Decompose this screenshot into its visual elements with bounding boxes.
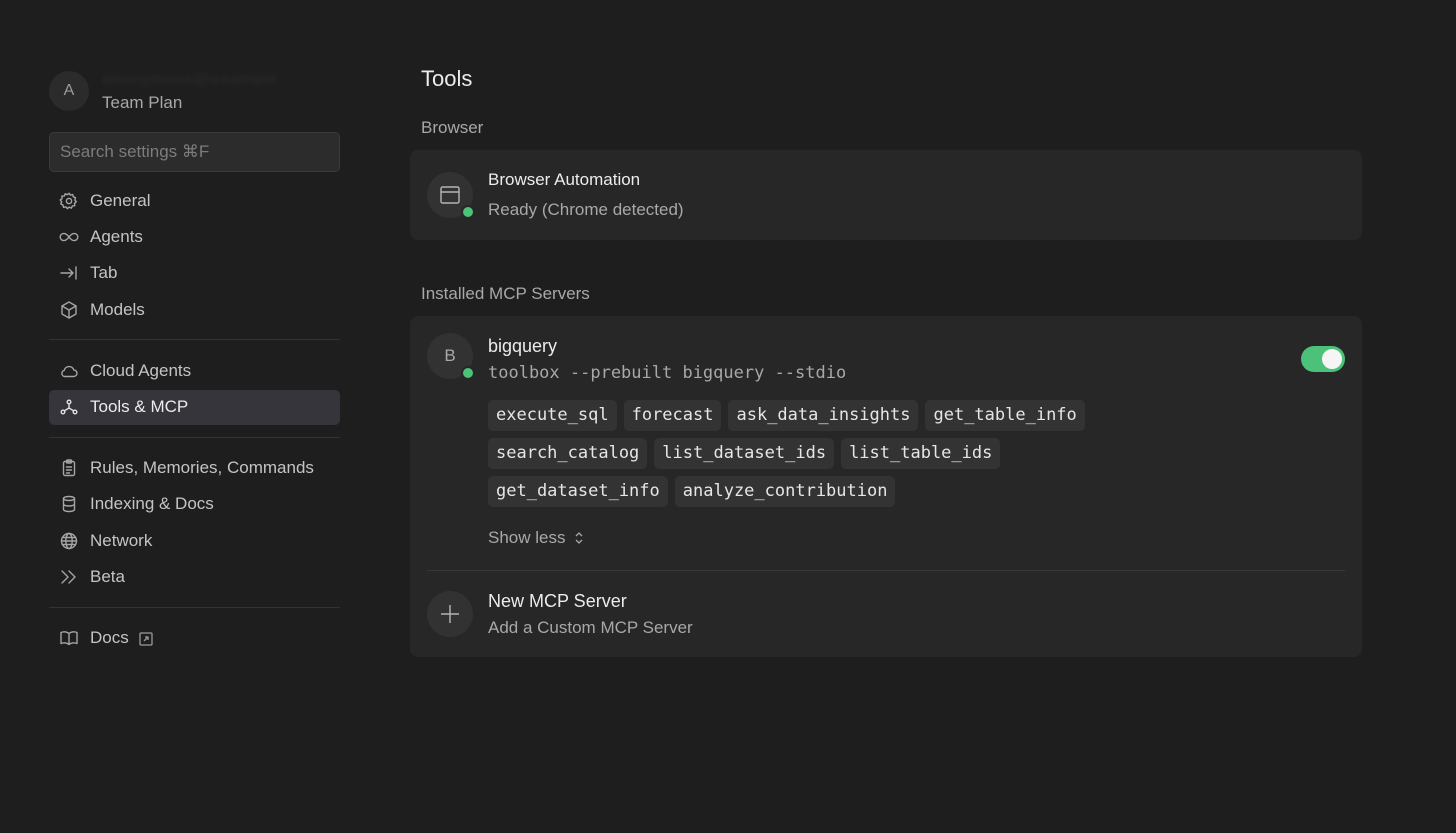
sidebar-item-general[interactable]: General — [49, 183, 340, 218]
clipboard-icon — [59, 458, 79, 478]
sidebar-item-models[interactable]: Models — [49, 292, 340, 327]
main-content: Tools Browser Browser Automation Ready (… — [410, 66, 1362, 657]
add-icon-wrap — [427, 591, 473, 637]
browser-window-icon — [440, 186, 460, 204]
browser-automation-status: Ready (Chrome detected) — [488, 200, 684, 219]
sidebar-item-tools-mcp[interactable]: Tools & MCP — [49, 389, 340, 425]
tool-chip[interactable]: forecast — [623, 400, 722, 431]
sidebar-item-beta[interactable]: Beta — [49, 560, 340, 595]
sidebar-item-label: Tools & MCP — [90, 397, 189, 417]
book-icon — [59, 628, 79, 648]
nodes-icon — [59, 397, 79, 417]
tool-chip[interactable]: get_table_info — [925, 400, 1085, 431]
nav-group-more: Rules, Memories, Commands Indexing & Doc… — [49, 451, 340, 595]
sidebar-divider — [49, 606, 340, 608]
nav-group-main: General Agents Tab Models — [49, 183, 340, 327]
nav-group-cloud: Cloud Agents Tools & MCP — [49, 353, 340, 425]
sidebar-item-network[interactable]: Network — [49, 523, 340, 558]
infinity-icon — [59, 227, 79, 247]
arrow-right-bar-icon — [59, 263, 79, 283]
browser-automation-card[interactable]: Browser Automation Ready (Chrome detecte… — [410, 150, 1362, 240]
tool-chip[interactable]: list_dataset_ids — [654, 438, 835, 469]
search-settings-input[interactable] — [49, 132, 340, 172]
show-less-label: Show less — [488, 528, 566, 547]
tool-chip[interactable]: ask_data_insights — [728, 400, 919, 431]
gear-icon — [59, 191, 79, 211]
sidebar-item-docs[interactable]: Docs — [49, 621, 340, 656]
browser-icon-wrap — [427, 172, 475, 219]
sidebar-item-label: Models — [90, 299, 145, 319]
sidebar-item-tab[interactable]: Tab — [49, 256, 340, 291]
globe-icon — [59, 531, 79, 551]
chevron-up-down-icon — [576, 532, 583, 544]
tool-chip[interactable]: search_catalog — [488, 438, 648, 469]
browser-automation-title: Browser Automation — [488, 170, 641, 189]
database-icon — [59, 494, 79, 514]
sidebar-item-label: Beta — [90, 567, 125, 587]
sidebar-divider — [49, 436, 340, 438]
status-dot — [461, 205, 475, 219]
server-name: bigquery — [488, 336, 558, 356]
sidebar-item-cloud-agents[interactable]: Cloud Agents — [49, 353, 340, 388]
status-dot — [461, 366, 475, 380]
double-chevron-icon — [59, 567, 79, 587]
new-mcp-server-title: New MCP Server — [488, 590, 627, 611]
server-tools-list: execute_sql forecast ask_data_insights g… — [488, 400, 1128, 514]
sidebar: A anonymous@example Team Plan General Ag… — [49, 70, 340, 657]
sidebar-item-label: Rules, Memories, Commands — [90, 458, 314, 478]
sidebar-item-agents[interactable]: Agents — [49, 219, 340, 254]
sidebar-divider — [49, 339, 340, 341]
settings-window: A anonymous@example Team Plan General Ag… — [0, 0, 1456, 833]
new-mcp-server-button[interactable]: New MCP Server Add a Custom MCP Server — [427, 571, 1345, 657]
sidebar-item-label: General — [90, 190, 151, 210]
server-enabled-toggle[interactable] — [1301, 346, 1345, 372]
server-letter: B — [444, 346, 456, 365]
page-title: Tools — [421, 66, 473, 91]
sidebar-item-label: Cloud Agents — [90, 360, 192, 380]
account-plan: Team Plan — [102, 92, 183, 112]
tool-chip[interactable]: execute_sql — [488, 400, 617, 431]
show-less-button[interactable]: Show less — [488, 528, 1345, 548]
toggle-knob — [1322, 349, 1342, 369]
tool-chip[interactable]: analyze_contribution — [674, 476, 896, 507]
new-mcp-server-subtitle: Add a Custom MCP Server — [488, 617, 693, 637]
cube-icon — [59, 300, 79, 320]
mcp-server-bigquery: B bigquery toolbox --prebuilt bigquery -… — [427, 333, 1345, 570]
account-header[interactable]: A anonymous@example Team Plan — [49, 70, 340, 112]
mcp-servers-card: B bigquery toolbox --prebuilt bigquery -… — [410, 316, 1362, 657]
sidebar-item-label: Network — [90, 530, 153, 550]
tool-chip[interactable]: list_table_ids — [841, 438, 1001, 469]
tool-chip[interactable]: get_dataset_info — [488, 476, 668, 507]
server-avatar: B — [427, 333, 475, 380]
sidebar-item-label: Agents — [90, 226, 143, 246]
account-name: anonymous@example — [102, 70, 279, 88]
section-label-mcp: Installed MCP Servers — [421, 284, 590, 303]
section-label-browser: Browser — [421, 118, 484, 137]
sidebar-item-label: Indexing & Docs — [90, 494, 214, 514]
avatar: A — [49, 71, 89, 111]
sidebar-item-label: Tab — [90, 263, 118, 283]
cloud-icon — [59, 361, 79, 381]
server-command: toolbox --prebuilt bigquery --stdio — [488, 363, 847, 383]
sidebar-item-indexing[interactable]: Indexing & Docs — [49, 487, 340, 522]
sidebar-item-label: Docs — [90, 628, 129, 648]
sidebar-item-rules[interactable]: Rules, Memories, Commands — [49, 451, 340, 486]
external-link-icon — [139, 631, 153, 646]
plus-icon — [441, 605, 459, 623]
